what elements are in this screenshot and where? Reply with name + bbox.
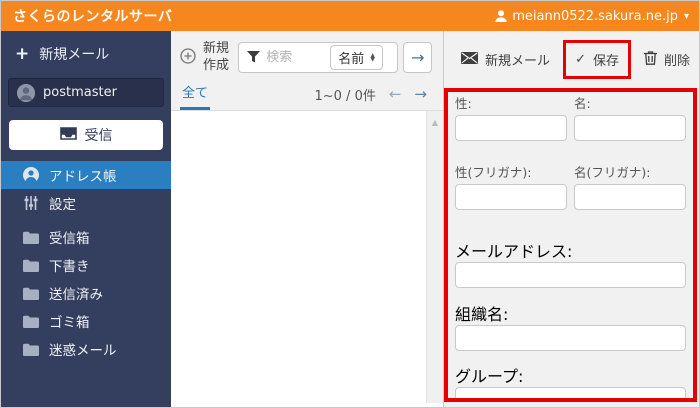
list-tab-row: 全て 1~0 / 0件 ← → bbox=[171, 77, 443, 110]
account-name: meiann0522.sakura.ne.jp bbox=[512, 9, 678, 24]
save-annotation-box: ✓ 保存 bbox=[563, 40, 631, 79]
first-name-label: 名: bbox=[574, 96, 686, 111]
group-input[interactable] bbox=[455, 387, 686, 402]
email-row: メールアドレス: bbox=[455, 238, 686, 288]
sort-arrows-icon: ▲▼ bbox=[370, 54, 375, 61]
list-toolbar: 新規作成 名前 ▲▼ bbox=[171, 31, 443, 77]
folder-icon bbox=[23, 315, 39, 328]
sidebar-item-sent[interactable]: 送信済み bbox=[1, 279, 171, 307]
plus-icon: + bbox=[15, 46, 29, 63]
next-page-icon[interactable]: → bbox=[414, 85, 427, 103]
sidebar-item-spam[interactable]: 迷惑メール bbox=[1, 335, 171, 363]
furigana-row: 性(フリガナ): 名(フリガナ): bbox=[455, 163, 686, 210]
contact-circle-icon bbox=[23, 167, 39, 183]
first-name-input[interactable] bbox=[574, 115, 686, 141]
scroll-up-icon[interactable]: ▲ bbox=[427, 111, 443, 127]
app-header: さくらのレンタルサーバ meiann0522.sakura.ne.jp ▾ bbox=[1, 1, 699, 31]
group-label: グループ: bbox=[455, 367, 523, 386]
check-icon: ✓ bbox=[575, 52, 586, 67]
tab-all-contacts[interactable]: 全て bbox=[180, 82, 210, 110]
search-input[interactable] bbox=[266, 50, 324, 65]
sidebar-item-label: 送信済み bbox=[49, 283, 103, 303]
sliders-icon bbox=[23, 196, 39, 210]
chevron-down-icon: ▾ bbox=[684, 11, 689, 22]
folder-icon bbox=[23, 231, 39, 244]
envelope-icon bbox=[461, 52, 478, 68]
app-title: さくらのレンタルサーバ bbox=[13, 6, 172, 26]
sidebar-item-trash[interactable]: ゴミ箱 bbox=[1, 307, 171, 335]
sidebar: + 新規メール postmaster 受信 bbox=[1, 31, 171, 407]
first-name-kana-label: 名(フリガナ): bbox=[574, 165, 686, 180]
sidebar-item-label: 下書き bbox=[49, 255, 90, 275]
search-group: 名前 ▲▼ → bbox=[238, 42, 432, 73]
sidebar-nav: アドレス帳 設定 受信箱 下書き bbox=[1, 161, 171, 363]
contact-list-panel: 新規作成 名前 ▲▼ bbox=[171, 31, 444, 407]
folder-icon bbox=[23, 287, 39, 300]
organization-label: 組織名: bbox=[455, 305, 508, 324]
new-mail-to-contact-button[interactable]: 新規メール bbox=[461, 50, 550, 69]
last-name-input[interactable] bbox=[455, 115, 567, 141]
compose-label: 新規作成 bbox=[203, 41, 230, 75]
organization-input[interactable] bbox=[455, 325, 686, 351]
sidebar-item-label: 設定 bbox=[49, 193, 76, 213]
sidebar-item-inbox[interactable]: 受信箱 bbox=[1, 223, 171, 251]
name-row: 性: 名: bbox=[455, 94, 686, 141]
save-label: 保存 bbox=[593, 50, 619, 69]
save-button[interactable]: ✓ 保存 bbox=[575, 50, 619, 69]
search-go-button[interactable]: → bbox=[403, 42, 432, 73]
sidebar-item-settings[interactable]: 設定 bbox=[1, 189, 171, 216]
last-name-label: 性: bbox=[455, 96, 567, 111]
sidebar-item-label: 迷惑メール bbox=[49, 339, 117, 359]
new-mail-button[interactable]: + 新規メール bbox=[1, 31, 171, 76]
receive-button[interactable]: 受信 bbox=[9, 120, 163, 150]
folder-icon bbox=[23, 259, 39, 272]
contact-form-annotation-box: 性: 名: 性(フリガナ): 名(フリガナ): bbox=[444, 88, 697, 402]
trash-icon bbox=[644, 51, 657, 69]
first-name-kana-input[interactable] bbox=[574, 184, 686, 210]
compose-contact-button[interactable]: 新規作成 bbox=[180, 41, 230, 75]
last-name-kana-input[interactable] bbox=[455, 184, 567, 210]
new-mail-label: 新規メール bbox=[485, 50, 550, 69]
sidebar-item-drafts[interactable]: 下書き bbox=[1, 251, 171, 279]
account-selector-label: postmaster bbox=[43, 85, 117, 100]
inbox-icon bbox=[60, 127, 77, 144]
email-label: メールアドレス: bbox=[455, 242, 572, 261]
sidebar-item-label: ゴミ箱 bbox=[49, 311, 90, 331]
scrollbar[interactable]: ▲ bbox=[426, 111, 443, 403]
delete-label: 削除 bbox=[664, 50, 690, 69]
new-mail-label: 新規メール bbox=[39, 44, 109, 64]
search-field-value: 名前 bbox=[338, 48, 364, 67]
account-menu[interactable]: meiann0522.sakura.ne.jp ▾ bbox=[494, 9, 689, 24]
filter-funnel-icon bbox=[247, 48, 260, 67]
pagination-label: 1~0 / 0件 bbox=[314, 85, 375, 104]
app-window: さくらのレンタルサーバ meiann0522.sakura.ne.jp ▾ + … bbox=[0, 0, 700, 408]
search-box: 名前 ▲▼ bbox=[238, 42, 398, 73]
group-row: グループ: bbox=[455, 363, 686, 402]
account-selector[interactable]: postmaster bbox=[8, 78, 164, 107]
sidebar-item-address-book[interactable]: アドレス帳 bbox=[1, 161, 171, 189]
prev-page-icon[interactable]: ← bbox=[389, 85, 402, 103]
detail-toolbar: 新規メール ✓ 保存 削除 bbox=[444, 31, 699, 88]
last-name-kana-label: 性(フリガナ): bbox=[455, 165, 567, 180]
circle-plus-icon bbox=[180, 48, 196, 68]
contact-list-area: ▲ bbox=[171, 110, 443, 407]
receive-label: 受信 bbox=[85, 125, 113, 145]
search-field-select[interactable]: 名前 ▲▼ bbox=[330, 45, 383, 70]
avatar bbox=[17, 84, 35, 102]
delete-button[interactable]: 削除 bbox=[644, 50, 690, 69]
email-input[interactable] bbox=[455, 262, 686, 288]
user-icon bbox=[494, 9, 508, 23]
sidebar-item-label: アドレス帳 bbox=[49, 165, 117, 185]
folder-icon bbox=[23, 343, 39, 356]
sidebar-item-label: 受信箱 bbox=[49, 227, 90, 247]
pagination: 1~0 / 0件 ← → bbox=[314, 85, 427, 110]
folder-list: 受信箱 下書き 送信済み ゴミ箱 bbox=[1, 223, 171, 363]
contact-detail-panel: 新規メール ✓ 保存 削除 性: bbox=[444, 31, 699, 407]
arrow-right-icon: → bbox=[411, 48, 424, 67]
organization-row: 組織名: bbox=[455, 301, 686, 351]
